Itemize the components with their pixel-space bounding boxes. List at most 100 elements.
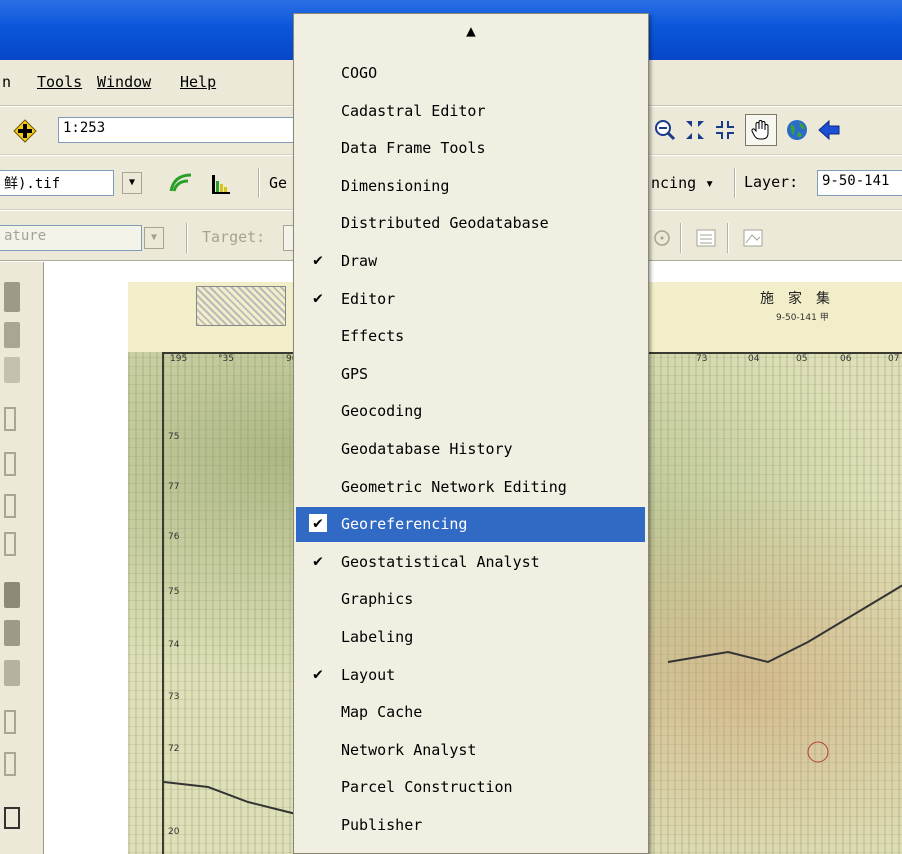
menu-item-label: Network Analyst [341, 740, 477, 759]
checkmark-icon: ✔ [309, 514, 327, 533]
menu-item[interactable]: ✔ Draw [296, 244, 645, 279]
georef-layer-dropdown[interactable]: ▼ [122, 172, 142, 194]
menu-item-label: Map Cache [341, 703, 423, 722]
menu-item[interactable]: Dimensioning [296, 169, 645, 204]
menu-item[interactable]: COGO [296, 56, 645, 91]
menu-item[interactable]: ✔ Editor [296, 282, 645, 317]
toolbars-dropdown-menu: ▲ COGO Cadastral Editor Data Frame Tools Di… [293, 13, 649, 854]
menu-item[interactable]: Publisher [296, 808, 645, 843]
menu-item-label: Geocoding [341, 402, 423, 421]
georeferencing-menu-partial[interactable]: Ge [269, 174, 287, 192]
menu-item[interactable]: Geometric Network Editing [296, 470, 645, 505]
menu-item-label: Graphics [341, 590, 414, 609]
rotate-tool-icon[interactable] [650, 225, 674, 251]
checkmark-icon [309, 740, 327, 758]
tool-icon[interactable] [4, 752, 16, 776]
checkmark-icon [309, 63, 327, 81]
checkmark-icon [309, 138, 327, 156]
menu-item-label: GPS [341, 364, 369, 383]
checkmark-icon [309, 439, 327, 457]
attributes-icon[interactable] [693, 225, 719, 251]
tool-icon[interactable] [4, 282, 20, 312]
menu-item[interactable]: ✔ Layout [296, 658, 645, 693]
fixed-zoom-out-icon[interactable] [712, 116, 738, 144]
checkmark-icon: ✔ [313, 287, 323, 307]
menu-tools-label: Tools [37, 73, 83, 91]
layer-select[interactable]: 9-50-141 [817, 170, 902, 196]
toolbar-separator [680, 223, 682, 253]
menu-item-label: Data Frame Tools [341, 139, 486, 158]
checkmark-icon [309, 477, 327, 495]
menu-item[interactable]: GPS [296, 357, 645, 392]
menu-item-label: Publisher [341, 816, 423, 834]
menu-item-label: Geometric Network Editing [341, 477, 567, 496]
menu-item[interactable]: Map Cache [296, 695, 645, 730]
rotate-icon[interactable] [166, 169, 196, 197]
histogram-icon[interactable] [206, 169, 236, 197]
map-scale-field[interactable]: 1:253 [58, 117, 294, 143]
checkmark-icon [309, 777, 327, 795]
checkmark-icon [309, 326, 327, 344]
toolbar-separator [734, 168, 736, 198]
menu-item-label: COGO [341, 64, 378, 82]
menu-item-label: Distributed Geodatabase [341, 214, 549, 233]
menu-item-label: Georeferencing [341, 515, 468, 534]
georef-layer-field[interactable]: 鲜).tif [0, 170, 114, 196]
toolbar-separator [186, 223, 188, 253]
menu-item-label: Effects [341, 327, 405, 346]
menu-item[interactable]: ✔ Geostatistical Analyst [296, 545, 645, 580]
tool-icon[interactable] [4, 582, 20, 608]
tool-icon[interactable] [4, 407, 16, 431]
menu-item-label: Editor [341, 289, 396, 308]
menu-item[interactable]: Network Analyst [296, 733, 645, 768]
checkmark-icon [309, 101, 327, 119]
menu-item-tools[interactable]: Tools [37, 73, 82, 91]
checkmark-icon [309, 364, 327, 382]
tool-icon[interactable] [4, 322, 20, 348]
task-field[interactable]: ature [0, 225, 142, 251]
tool-icon[interactable] [4, 710, 16, 734]
tool-icon[interactable] [4, 357, 20, 383]
menu-item-label: Cadastral Editor [341, 101, 486, 120]
checkmark-icon [309, 589, 327, 607]
checkmark-icon [309, 702, 327, 720]
toolbar-separator [258, 168, 260, 198]
menu-item[interactable]: ✔ Georeferencing [296, 507, 645, 543]
tool-icon[interactable] [4, 452, 16, 476]
menu-item[interactable]: Distributed Geodatabase [296, 206, 645, 241]
menu-item[interactable]: Geocoding [296, 394, 645, 429]
menu-item-window[interactable]: Window [97, 73, 151, 91]
menu-item[interactable]: Parcel Construction [296, 770, 645, 805]
menu-item[interactable]: Labeling [296, 620, 645, 655]
previous-extent-icon[interactable] [815, 116, 843, 144]
checkmark-icon: ✔ [313, 550, 323, 570]
tool-icon[interactable] [4, 494, 16, 518]
menu-item-label: Parcel Construction [341, 778, 513, 797]
zoom-out-icon[interactable] [652, 116, 678, 144]
georeferencing-menu-button[interactable]: ncing ▾ [651, 174, 714, 192]
menu-scroll-up-arrow[interactable]: ▲ [294, 14, 648, 54]
menu-item[interactable]: Cadastral Editor [296, 94, 645, 129]
menu-item-label: Dimensioning [341, 176, 450, 195]
tool-icon[interactable] [4, 532, 16, 556]
fixed-zoom-in-icon[interactable] [682, 116, 708, 144]
task-dropdown[interactable]: ▼ [144, 227, 164, 249]
layer-label: Layer: [744, 173, 799, 191]
menu-item[interactable]: Effects [296, 319, 645, 354]
add-data-icon[interactable] [10, 117, 40, 145]
menu-item[interactable]: Graphics [296, 582, 645, 617]
tool-icon[interactable] [4, 620, 20, 646]
sketch-properties-icon[interactable] [740, 225, 766, 251]
menu-item-help[interactable]: Help [180, 73, 216, 91]
menu-item-partial[interactable]: n [2, 73, 11, 91]
menu-item[interactable]: Geodatabase History [296, 432, 645, 467]
pan-hand-icon[interactable] [745, 114, 777, 146]
checkmark-icon: ✔ [313, 663, 323, 683]
checkmark-icon: ✔ [313, 250, 323, 269]
toolbar-separator [727, 223, 729, 253]
tool-icon[interactable] [4, 807, 20, 829]
menu-item[interactable]: Data Frame Tools [296, 131, 645, 166]
full-extent-globe-icon[interactable] [783, 116, 811, 144]
tool-icon[interactable] [4, 660, 20, 686]
menu-item-label: Labeling [341, 628, 414, 646]
